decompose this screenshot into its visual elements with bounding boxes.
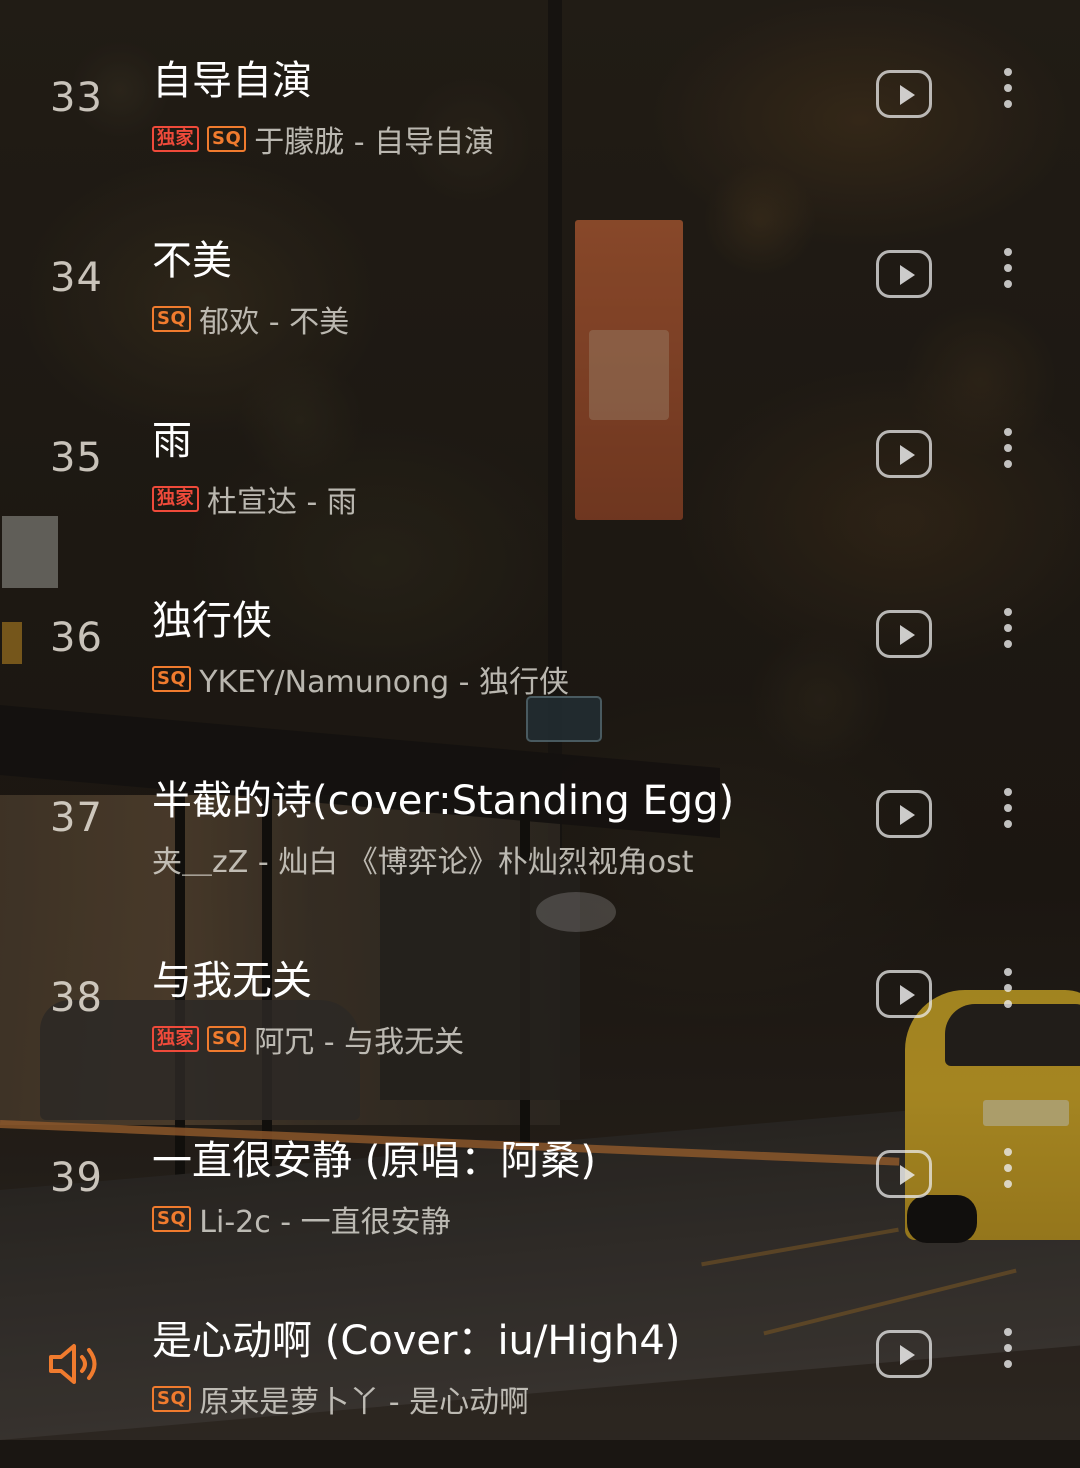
song-subtitle: SQ 原来是萝卜丫 - 是心动啊 <box>152 1377 529 1421</box>
song-artist-album: 阿冗 - 与我无关 <box>254 1025 465 1060</box>
song-list: 33 自导自演 独家 SQ 于朦胧 - 自导自演 34 不美 SQ 郁欢 - 不美 35 雨独家 杜宣… <box>0 0 1080 1440</box>
more-vertical-icon <box>1000 788 1016 828</box>
song-title[interactable]: 与我无关 <box>152 948 312 1006</box>
play-mv-button[interactable] <box>876 970 932 1018</box>
more-vertical-icon <box>1000 1328 1016 1368</box>
sq-quality-badge: SQ <box>152 306 192 332</box>
exclusive-badge: 独家 <box>152 486 199 512</box>
song-row[interactable]: 33 自导自演独家 SQ 于朦胧 - 自导自演 <box>0 28 1080 208</box>
sq-quality-badge: SQ <box>207 126 247 152</box>
play-mv-button[interactable] <box>876 430 932 478</box>
play-mv-button[interactable] <box>876 610 932 658</box>
more-options-button[interactable] <box>1000 608 1016 660</box>
song-title[interactable]: 半截的诗(cover:Standing Egg) <box>152 768 734 826</box>
song-row[interactable]: 34 不美 SQ 郁欢 - 不美 <box>0 208 1080 388</box>
play-icon <box>900 985 915 1005</box>
more-vertical-icon <box>1000 608 1016 648</box>
song-index: 35 <box>50 435 103 481</box>
song-index: 36 <box>50 615 103 661</box>
more-vertical-icon <box>1000 68 1016 108</box>
play-icon <box>900 805 915 825</box>
play-icon <box>900 445 915 465</box>
song-subtitle: 独家 杜宣达 - 雨 <box>152 477 357 521</box>
song-row[interactable]: 35 雨独家 杜宣达 - 雨 <box>0 388 1080 568</box>
song-subtitle: 独家 SQ 阿冗 - 与我无关 <box>152 1017 464 1061</box>
song-title[interactable]: 是心动啊 (Cover：iu/High4) <box>152 1308 680 1366</box>
play-mv-button[interactable] <box>876 70 932 118</box>
song-artist-album: 原来是萝卜丫 - 是心动啊 <box>199 1385 530 1420</box>
sq-quality-badge: SQ <box>207 1026 247 1052</box>
song-row[interactable]: 是心动啊 (Cover：iu/High4) SQ 原来是萝卜丫 - 是心动啊 <box>0 1288 1080 1468</box>
more-options-button[interactable] <box>1000 68 1016 120</box>
song-artist-album: 郁欢 - 不美 <box>199 305 350 340</box>
song-artist-album: 夹＿zZ - 灿白 《博弈论》朴灿烈视角ost <box>152 845 694 880</box>
song-title[interactable]: 独行侠 <box>152 588 272 646</box>
song-subtitle: 夹＿zZ - 灿白 《博弈论》朴灿烈视角ost <box>152 837 693 881</box>
more-options-button[interactable] <box>1000 968 1016 1020</box>
song-artist-album: 杜宣达 - 雨 <box>207 485 357 520</box>
exclusive-badge: 独家 <box>152 126 199 152</box>
speaker-icon <box>49 1344 97 1384</box>
play-mv-button[interactable] <box>876 1150 932 1198</box>
song-index: 33 <box>50 75 103 121</box>
more-vertical-icon <box>1000 1148 1016 1188</box>
song-index: 39 <box>50 1155 103 1201</box>
play-mv-button[interactable] <box>876 250 932 298</box>
more-options-button[interactable] <box>1000 428 1016 480</box>
play-icon <box>900 625 915 645</box>
more-options-button[interactable] <box>1000 1148 1016 1200</box>
song-title[interactable]: 雨 <box>152 408 192 466</box>
song-index: 34 <box>50 255 103 301</box>
more-options-button[interactable] <box>1000 1328 1016 1380</box>
song-title[interactable]: 不美 <box>152 228 232 286</box>
play-icon <box>900 1165 915 1185</box>
play-icon <box>900 265 915 285</box>
play-icon <box>900 1345 915 1365</box>
play-mv-button[interactable] <box>876 790 932 838</box>
song-artist-album: Li-2c - 一直很安静 <box>199 1205 451 1240</box>
more-options-button[interactable] <box>1000 248 1016 300</box>
song-row[interactable]: 39 一直很安静 (原唱：阿桑) SQ Li-2c - 一直很安静 <box>0 1108 1080 1288</box>
exclusive-badge: 独家 <box>152 1026 199 1052</box>
song-subtitle: SQ Li-2c - 一直很安静 <box>152 1197 451 1241</box>
more-vertical-icon <box>1000 248 1016 288</box>
sq-quality-badge: SQ <box>152 1206 192 1232</box>
song-subtitle: SQ 郁欢 - 不美 <box>152 297 349 341</box>
song-row[interactable]: 37 半截的诗(cover:Standing Egg) 夹＿zZ - 灿白 《博弈论… <box>0 748 1080 928</box>
more-vertical-icon <box>1000 428 1016 468</box>
sq-quality-badge: SQ <box>152 1386 192 1412</box>
play-mv-button[interactable] <box>876 1330 932 1378</box>
sq-quality-badge: SQ <box>152 666 192 692</box>
song-subtitle: SQ YKEY/Namunong - 独行侠 <box>152 657 569 701</box>
song-index: 38 <box>50 975 103 1021</box>
more-options-button[interactable] <box>1000 788 1016 840</box>
more-vertical-icon <box>1000 968 1016 1008</box>
song-row[interactable]: 38 与我无关独家 SQ 阿冗 - 与我无关 <box>0 928 1080 1108</box>
song-artist-album: YKEY/Namunong - 独行侠 <box>199 665 570 700</box>
song-title[interactable]: 一直很安静 (原唱：阿桑) <box>152 1128 596 1186</box>
song-subtitle: 独家 SQ 于朦胧 - 自导自演 <box>152 117 494 161</box>
song-index: 37 <box>50 795 103 841</box>
song-title[interactable]: 自导自演 <box>152 48 312 106</box>
song-artist-album: 于朦胧 - 自导自演 <box>254 125 495 160</box>
song-row[interactable]: 36 独行侠 SQ YKEY/Namunong - 独行侠 <box>0 568 1080 748</box>
play-icon <box>900 85 915 105</box>
